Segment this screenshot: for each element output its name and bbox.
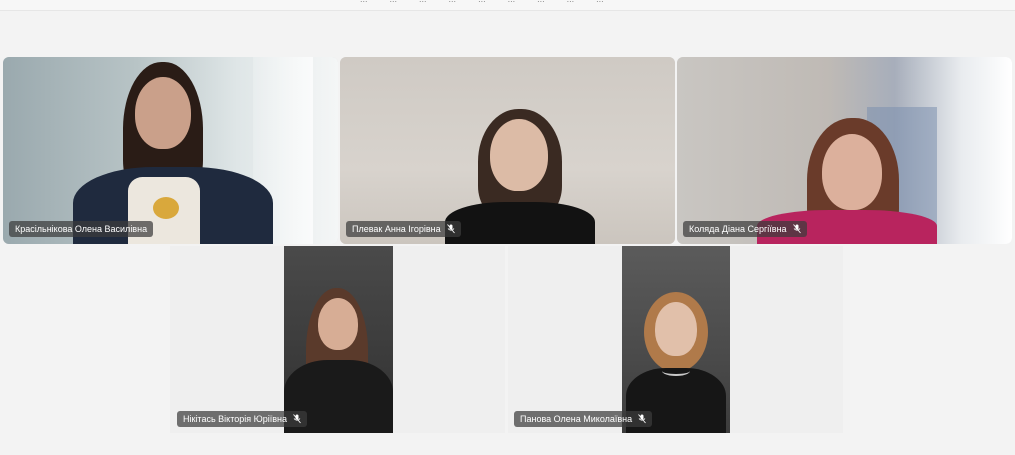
toolbar-item[interactable]: ... [419, 0, 427, 4]
participant-name: Красільнікова Олена Василівна [15, 224, 148, 234]
video-tile-participant-4[interactable] [284, 246, 393, 433]
video-tile-participant-1[interactable]: Красільнікова Олена Василівна [3, 57, 338, 244]
participant-name: Нікітась Вікторія Юріївна [183, 414, 287, 424]
mic-off-icon [293, 414, 301, 424]
participant-name-tag: Плевак Анна Ігорівна [346, 221, 461, 237]
face [318, 298, 358, 350]
face [655, 302, 697, 356]
video-tile-participant-5[interactable] [622, 246, 730, 433]
toolbar-item[interactable]: ... [596, 0, 604, 4]
necklace [662, 366, 690, 376]
top-toolbar: ... ... ... ... ... ... ... ... ... [0, 0, 1015, 11]
mic-off-icon [792, 224, 801, 234]
participant-video [73, 57, 303, 244]
participant-name: Коляда Діана Сергіївна [689, 224, 787, 234]
face [135, 77, 191, 149]
toolbar-item[interactable]: ... [360, 0, 368, 4]
shirt-print [304, 376, 374, 406]
face [490, 119, 548, 191]
video-tile-participant-3[interactable]: Коляда Діана Сергіївна [677, 57, 1012, 244]
torso [445, 202, 595, 244]
mic-off-icon [638, 414, 647, 424]
toolbar-item[interactable]: ... [478, 0, 486, 4]
toolbar-item[interactable]: ... [567, 0, 575, 4]
mic-off-icon [446, 224, 455, 234]
shirt-print [153, 197, 179, 219]
video-tile-participant-2[interactable]: Плевак Анна Ігорівна [340, 57, 675, 244]
toolbar-menu: ... ... ... ... ... ... ... ... ... [360, 0, 604, 4]
toolbar-item[interactable]: ... [390, 0, 398, 4]
participant-name: Панова Олена Миколаївна [520, 414, 633, 424]
participant-name: Плевак Анна Ігорівна [352, 224, 441, 234]
toolbar-item[interactable]: ... [508, 0, 516, 4]
participant-name-tag: Красільнікова Олена Василівна [9, 221, 154, 237]
participant-name-tag: Нікітась Вікторія Юріївна [177, 411, 307, 427]
participant-video [440, 107, 600, 244]
participant-video [284, 276, 393, 433]
face [822, 134, 882, 210]
toolbar-item[interactable]: ... [449, 0, 457, 4]
toolbar-item[interactable]: ... [537, 0, 545, 4]
participant-name-tag: Коляда Діана Сергіївна [683, 221, 807, 237]
participant-name-tag: Панова Олена Миколаївна [514, 411, 653, 427]
